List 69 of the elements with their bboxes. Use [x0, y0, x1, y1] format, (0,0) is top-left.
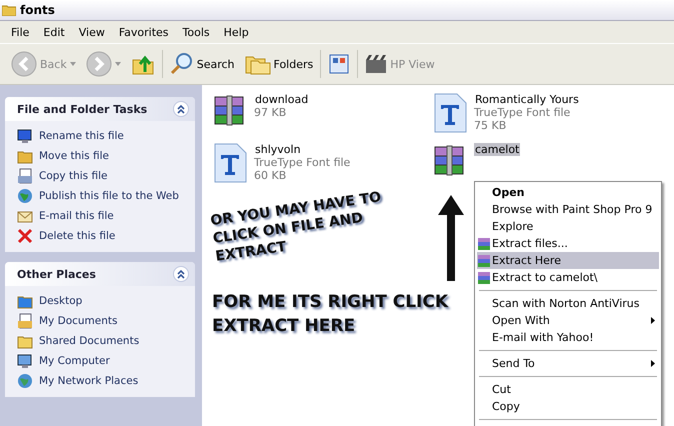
file-name[interactable]: shlyvoln — [254, 143, 302, 156]
task-link[interactable]: Publish this file to the Web — [39, 190, 179, 202]
clapperboard-icon — [365, 54, 388, 74]
document-icon — [17, 312, 33, 328]
monitor-icon — [17, 128, 33, 144]
task-link[interactable]: Rename this file — [39, 130, 124, 142]
font-file-icon — [212, 143, 248, 183]
search-icon — [170, 52, 194, 76]
menu-item[interactable]: Tools — [178, 24, 215, 40]
context-menu-item[interactable]: Send To — [477, 355, 659, 372]
double-chevron-up-icon — [175, 268, 187, 280]
file-size: 97 KB — [254, 106, 288, 119]
context-menu-item[interactable]: Copy — [477, 398, 659, 415]
folder-icon — [2, 4, 16, 16]
task-link[interactable]: Delete this file — [39, 230, 116, 242]
file-size: 60 KB — [254, 169, 288, 182]
annotation-text: FOR ME ITS RIGHT CLICK EXTRACT HERE — [212, 291, 450, 338]
menu-item[interactable]: View — [74, 24, 110, 40]
context-menu-item[interactable]: Open With — [477, 312, 659, 329]
menu-item[interactable]: Favorites — [114, 24, 174, 40]
cross-icon — [17, 228, 33, 244]
task-link[interactable]: My Network Places — [39, 374, 138, 386]
file-name[interactable]: Romantically Yours — [474, 93, 580, 106]
globe-icon — [17, 372, 33, 388]
context-menu-item[interactable]: Cut — [477, 381, 659, 398]
context-menu-item[interactable]: Open — [477, 184, 659, 201]
archive-icon — [477, 270, 491, 284]
task-link[interactable]: My Documents — [39, 314, 118, 326]
task-link[interactable]: E-mail this file — [39, 210, 114, 222]
document-icon — [17, 168, 33, 184]
dropdown-caret-icon — [114, 62, 121, 66]
font-file-icon — [432, 93, 468, 133]
file-name[interactable]: download — [254, 93, 310, 106]
double-chevron-up-icon — [175, 103, 187, 115]
task-link[interactable]: Copy this file — [39, 170, 108, 182]
file-type: TrueType Font file — [254, 156, 350, 169]
window-title: fonts — [20, 3, 55, 17]
collapse-button[interactable] — [173, 266, 189, 282]
task-link[interactable]: Desktop — [39, 294, 82, 306]
context-menu-item[interactable]: Extract to camelot\ — [477, 269, 659, 286]
context-menu-item[interactable]: Scan with Norton AntiVirus — [477, 295, 659, 312]
file-size: 75 KB — [474, 119, 508, 132]
menu-item[interactable]: Edit — [38, 24, 70, 40]
globe-icon — [17, 188, 33, 204]
context-menu-item[interactable]: E-mail with Yahoo! — [477, 329, 659, 346]
search-button[interactable]: Search — [166, 50, 238, 78]
menu-item[interactable]: File — [6, 24, 34, 40]
annotation-text: OR YOU MAY HAVE TO CLICK ON FILE AND EXTRACT — [209, 188, 384, 266]
submenu-arrow-icon — [651, 317, 655, 324]
folders-button[interactable]: Folders — [242, 51, 316, 77]
pane-title: Other Places — [17, 268, 96, 280]
archive-icon — [477, 236, 491, 250]
file-type: TrueType Font file — [474, 106, 572, 119]
context-menu-item[interactable]: Explore — [477, 218, 659, 235]
archive-icon — [477, 254, 491, 268]
collapse-button[interactable] — [173, 101, 189, 117]
submenu-arrow-icon — [651, 360, 655, 367]
context-menu-item[interactable]: Extract files... — [477, 235, 659, 252]
task-link[interactable]: Shared Documents — [39, 334, 140, 346]
monitor-icon — [17, 352, 33, 368]
file-name[interactable]: camelot — [474, 143, 520, 156]
views-icon — [328, 53, 350, 75]
menu-item[interactable]: Help — [218, 24, 254, 40]
context-menu-item[interactable]: Extract Here — [477, 252, 659, 269]
context-menu-item[interactable]: Browse with Paint Shop Pro 9 — [477, 201, 659, 218]
dropdown-caret-icon — [70, 62, 76, 66]
task-link[interactable]: Move this file — [39, 150, 109, 162]
task-link[interactable]: My Computer — [39, 354, 110, 366]
pane-title: File and Folder Tasks — [17, 102, 148, 116]
